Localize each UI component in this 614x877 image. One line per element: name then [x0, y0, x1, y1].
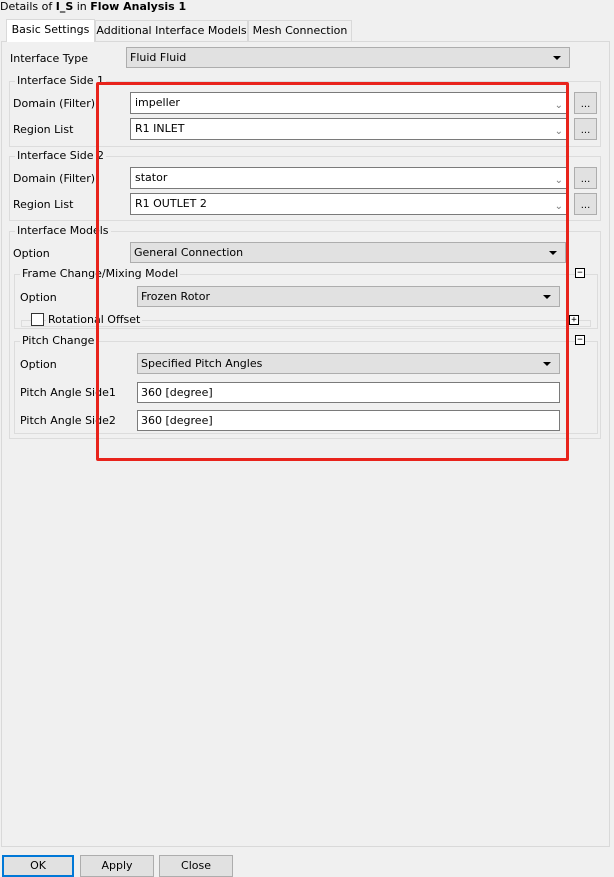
collapse-icon[interactable]: −: [575, 268, 585, 278]
tab-additional-interface-models[interactable]: Additional Interface Models: [95, 20, 248, 41]
side1-region-browse-button[interactable]: ...: [574, 118, 597, 140]
apply-button[interactable]: Apply: [80, 855, 154, 877]
side1-domain-browse-button[interactable]: ...: [574, 92, 597, 114]
object-name: I_S: [55, 0, 74, 13]
side2-region-label: Region List: [13, 198, 74, 211]
side2-region-browse-button[interactable]: ...: [574, 193, 597, 215]
tab-mesh-connection[interactable]: Mesh Connection: [248, 20, 352, 41]
interface-type-select[interactable]: Fluid Fluid: [126, 47, 570, 68]
interface-models-option-label: Option: [13, 247, 50, 260]
pitch-option-label: Option: [20, 358, 57, 371]
collapse-icon[interactable]: −: [575, 335, 585, 345]
expand-icon[interactable]: +: [569, 315, 579, 325]
title-mid: in: [73, 0, 91, 13]
analysis-name: Flow Analysis 1: [90, 0, 187, 13]
side1-domain-label: Domain (Filter): [13, 97, 96, 110]
interface-type-label: Interface Type: [10, 52, 89, 65]
pitch-change-title: Pitch Change: [20, 334, 97, 347]
title-prefix: Details of: [0, 0, 56, 13]
window-title: Details of I_S in Flow Analysis 1: [0, 0, 186, 14]
rotational-offset-checkbox[interactable]: [31, 313, 44, 326]
side1-region-label: Region List: [13, 123, 74, 136]
ok-button[interactable]: OK: [2, 855, 74, 877]
close-button[interactable]: Close: [159, 855, 233, 877]
tab-basic-settings[interactable]: Basic Settings: [6, 19, 95, 42]
dropdown-arrow-icon: [553, 56, 561, 60]
side2-domain-label: Domain (Filter): [13, 172, 96, 185]
side2-domain-browse-button[interactable]: ...: [574, 167, 597, 189]
interface-side-2-title: Interface Side 2: [15, 149, 107, 162]
interface-type-value: Fluid Fluid: [130, 51, 187, 64]
frame-change-option-label: Option: [20, 291, 57, 304]
interface-side-1-title: Interface Side 1: [15, 74, 107, 87]
highlight-annotation: [96, 82, 569, 461]
